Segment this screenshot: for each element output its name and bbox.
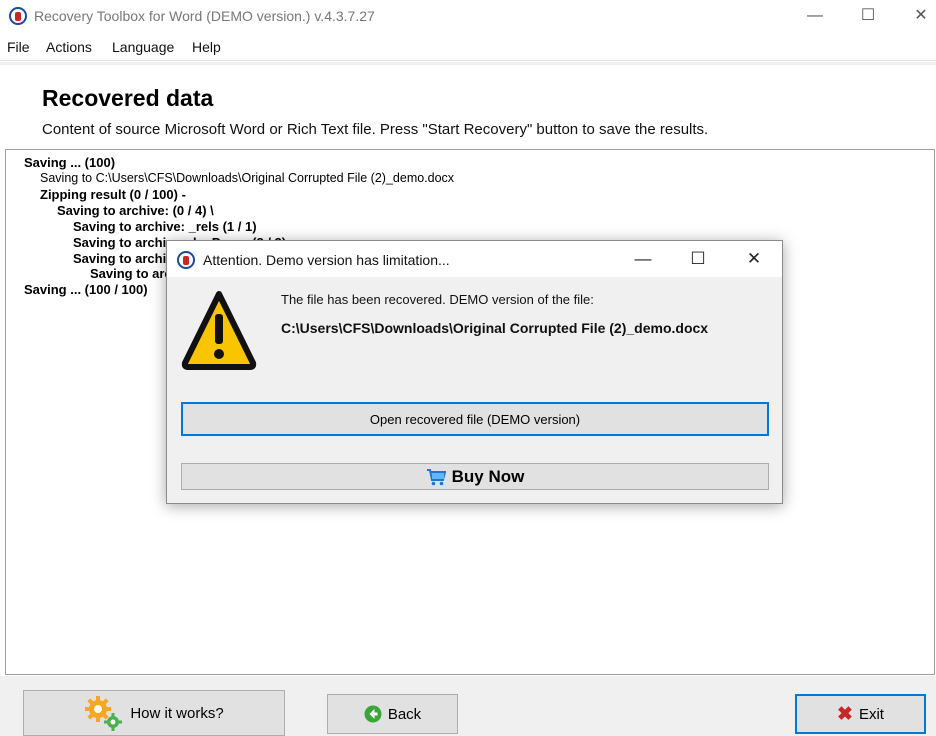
menu-file[interactable]: File bbox=[7, 39, 30, 55]
how-it-works-label: How it works? bbox=[130, 704, 224, 722]
exit-button[interactable]: ✖ Exit bbox=[795, 694, 926, 734]
gears-icon bbox=[85, 696, 123, 731]
buy-now-button[interactable]: Buy Now bbox=[181, 463, 769, 490]
bottom-toolbar: How it works? Back ✖ Exit bbox=[0, 676, 936, 736]
warning-icon bbox=[181, 291, 257, 370]
app-logo-icon bbox=[177, 251, 195, 269]
log-line: Saving to archive: (0 / 4) \ bbox=[57, 203, 214, 218]
dialog-close-button[interactable]: ✕ bbox=[729, 243, 779, 275]
log-line: Saving ... (100 / 100) bbox=[24, 282, 148, 297]
log-line: Saving ... (100) bbox=[24, 155, 116, 170]
menu-actions[interactable]: Actions bbox=[46, 39, 92, 55]
page-title: Recovered data bbox=[42, 85, 214, 111]
window-title: Recovery Toolbox for Word (DEMO version.… bbox=[34, 8, 375, 24]
app-logo-icon bbox=[9, 7, 27, 25]
dialog-title: Attention. Demo version has limitation..… bbox=[203, 252, 450, 268]
log-line: Saving to C:\Users\CFS\Downloads\Origina… bbox=[40, 171, 455, 185]
shopping-cart-icon bbox=[426, 468, 446, 485]
exit-label: Exit bbox=[858, 705, 884, 723]
back-arrow-icon bbox=[364, 705, 382, 723]
close-button[interactable]: ✕ bbox=[898, 0, 936, 34]
menu-language[interactable]: Language bbox=[112, 39, 174, 55]
open-recovered-file-label: Open recovered file (DEMO version) bbox=[369, 411, 581, 427]
back-label: Back bbox=[387, 705, 422, 723]
menu-bar: File Actions Language Help bbox=[0, 34, 936, 61]
dialog-message: The file has been recovered. DEMO versio… bbox=[281, 292, 594, 307]
dialog-maximize-button[interactable]: ☐ bbox=[673, 243, 723, 275]
page-header: Recovered data Content of source Microso… bbox=[0, 62, 936, 151]
page-subtitle: Content of source Microsoft Word or Rich… bbox=[42, 121, 709, 138]
minimize-button[interactable]: — bbox=[792, 0, 838, 34]
back-button[interactable]: Back bbox=[327, 694, 458, 734]
maximize-button[interactable]: ☐ bbox=[845, 0, 891, 34]
menu-help[interactable]: Help bbox=[192, 39, 221, 55]
buy-now-label: Buy Now bbox=[451, 466, 525, 486]
dialog-titlebar: Attention. Demo version has limitation..… bbox=[167, 241, 782, 277]
window-titlebar: Recovery Toolbox for Word (DEMO version.… bbox=[0, 0, 936, 34]
open-recovered-file-button[interactable]: Open recovered file (DEMO version) bbox=[181, 402, 769, 436]
close-x-icon: ✖ bbox=[837, 703, 853, 725]
log-line: Zipping result (0 / 100) - bbox=[40, 187, 186, 202]
demo-limitation-dialog: Attention. Demo version has limitation..… bbox=[166, 240, 783, 504]
how-it-works-button[interactable]: How it works? bbox=[23, 690, 285, 736]
log-line: Saving to archive: _rels (1 / 1) bbox=[73, 219, 257, 234]
dialog-minimize-button[interactable]: — bbox=[618, 243, 668, 275]
recovered-file-path: C:\Users\CFS\Downloads\Original Corrupte… bbox=[281, 320, 709, 336]
